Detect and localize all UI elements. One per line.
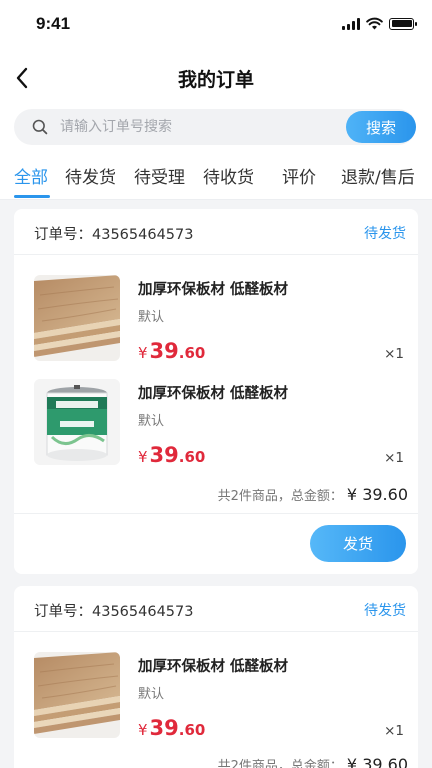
order-summary-label: 共2件商品，总金额： <box>217 759 343 768</box>
product-quantity: ×1 <box>384 450 404 466</box>
nav-bar: 我的订单 <box>0 50 432 106</box>
order-card: 订单号：43565464573 待发货 加厚环保板材 低醛板材 默认 ¥39.6… <box>14 586 418 768</box>
price-decimal: .60 <box>178 448 206 466</box>
search-input[interactable] <box>60 117 340 137</box>
product-spec: 默认 <box>138 414 165 429</box>
order-number: 订单号：43565464573 <box>34 604 194 620</box>
battery-icon <box>389 17 417 30</box>
ship-button[interactable]: 发货 <box>310 525 406 562</box>
product-price: ¥39.60 <box>138 716 205 740</box>
active-tab-indicator <box>14 195 50 198</box>
price-decimal: .60 <box>178 344 206 362</box>
wifi-icon <box>366 17 383 30</box>
cellular-signal-icon <box>342 17 360 30</box>
tab-refund-aftersale[interactable]: 退款/售后 <box>341 163 415 188</box>
product-name: 加厚环保板材 低醛板材 <box>138 386 289 402</box>
currency-symbol: ¥ <box>138 344 148 362</box>
order-item[interactable]: 加厚环保板材 低醛板材 默认 ¥39.60 ×1 <box>14 652 418 752</box>
order-summary-label: 共2件商品，总金额： <box>217 489 343 504</box>
order-total: ¥ 39.60 <box>346 755 408 768</box>
page-title: 我的订单 <box>177 69 254 91</box>
status-bar: 9:41 <box>0 0 432 50</box>
tab-all[interactable]: 全部 <box>14 163 48 188</box>
search-section: 搜索 <box>0 106 432 150</box>
order-summary: 共2件商品，总金额： ¥ 39.60 <box>218 755 408 768</box>
divider <box>14 513 418 514</box>
tab-pending-shipment[interactable]: 待发货 <box>65 163 116 188</box>
order-status: 待发货 <box>364 226 406 242</box>
search-button[interactable]: 搜索 <box>346 111 416 143</box>
currency-symbol: ¥ <box>138 721 148 739</box>
order-card-header: 订单号：43565464573 待发货 <box>14 209 418 255</box>
order-item[interactable]: 加厚环保板材 低醛板材 默认 ¥39.60 ×1 <box>14 275 418 375</box>
price-integer: 39 <box>149 716 179 740</box>
order-tabs: 全部 待发货 待受理 待收货 评价 退款/售后 <box>0 150 432 200</box>
product-price: ¥39.60 <box>138 339 205 363</box>
order-summary: 共2件商品，总金额： ¥ 39.60 <box>218 485 408 504</box>
product-image <box>34 275 120 361</box>
product-name: 加厚环保板材 低醛板材 <box>138 659 289 675</box>
product-quantity: ×1 <box>384 346 404 362</box>
order-card: 订单号：43565464573 待发货 加厚环保板材 低醛板材 默认 ¥39.6… <box>14 209 418 574</box>
order-status: 待发货 <box>364 603 406 619</box>
product-image <box>34 652 120 738</box>
status-icons <box>342 17 417 30</box>
status-time: 9:41 <box>36 14 71 33</box>
price-decimal: .60 <box>178 721 206 739</box>
order-item[interactable]: 加厚环保板材 低醛板材 默认 ¥39.60 ×1 <box>14 379 418 479</box>
search-icon <box>32 119 48 135</box>
product-spec: 默认 <box>138 310 165 325</box>
order-number: 订单号：43565464573 <box>34 227 194 243</box>
price-integer: 39 <box>149 339 179 363</box>
price-integer: 39 <box>149 443 179 467</box>
order-total: ¥ 39.60 <box>346 485 408 504</box>
tab-pending-receipt[interactable]: 待收货 <box>203 163 254 188</box>
tab-review[interactable]: 评价 <box>282 163 316 188</box>
product-spec: 默认 <box>138 687 165 702</box>
order-card-header: 订单号：43565464573 待发货 <box>14 586 418 632</box>
currency-symbol: ¥ <box>138 448 148 466</box>
product-quantity: ×1 <box>384 723 404 739</box>
search-bar: 搜索 <box>14 109 416 145</box>
tab-pending-acceptance[interactable]: 待受理 <box>134 163 185 188</box>
product-price: ¥39.60 <box>138 443 205 467</box>
product-image <box>34 379 120 465</box>
product-name: 加厚环保板材 低醛板材 <box>138 282 289 298</box>
